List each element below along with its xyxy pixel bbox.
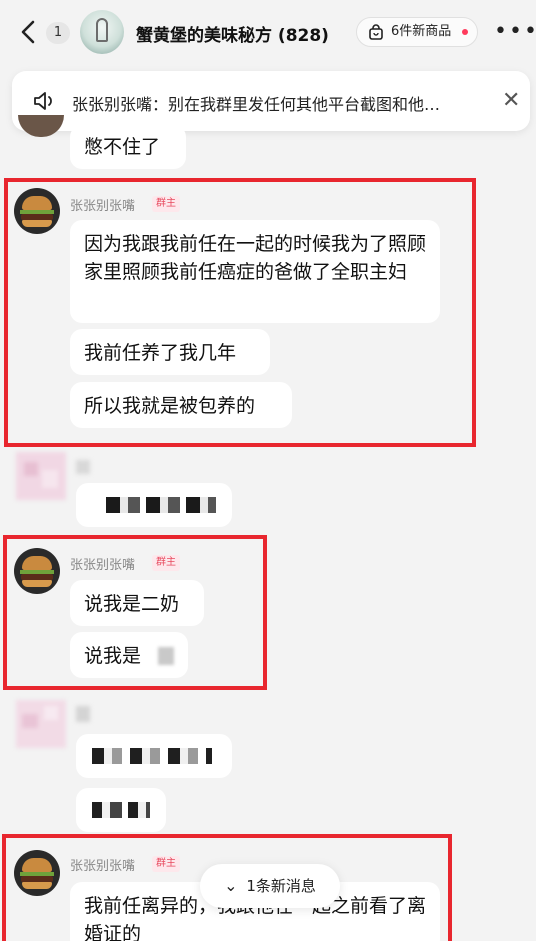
pixelated-text	[92, 802, 150, 818]
pixelated-name	[76, 460, 90, 474]
chevron-down-icon: ⌄	[224, 876, 238, 895]
highlight-box	[4, 178, 476, 447]
pixelated-name	[76, 706, 90, 722]
new-messages-button[interactable]: ⌄ 1条新消息	[200, 864, 340, 908]
unread-count-badge[interactable]: 1	[46, 22, 70, 44]
new-products-label: 6件新商品	[391, 24, 452, 39]
avatar[interactable]	[18, 115, 64, 137]
message-text: 憋不住了	[84, 136, 161, 158]
pixelated-avatar	[16, 700, 66, 748]
close-announcement-button[interactable]: ✕	[502, 90, 520, 112]
more-options-button[interactable]: •••	[494, 21, 536, 43]
red-dot-indicator	[462, 29, 468, 35]
message-bubble[interactable]: 憋不住了	[70, 125, 186, 169]
new-products-button[interactable]: 6件新商品	[356, 17, 478, 47]
pixelated-avatar	[16, 452, 66, 500]
speaker-icon	[34, 92, 52, 110]
pixelated-text	[92, 748, 212, 764]
back-button[interactable]	[14, 16, 44, 48]
pixelated-message-bubble[interactable]	[76, 734, 232, 778]
new-messages-label: 1条新消息	[246, 877, 316, 895]
pixelated-text	[106, 497, 216, 513]
chat-header: 1 蟹黄堡的美味秘方 (828) 6件新商品 •••	[0, 0, 536, 64]
group-title[interactable]: 蟹黄堡的美味秘方 (828)	[136, 21, 329, 46]
group-avatar[interactable]	[80, 10, 124, 54]
group-avatar-figure	[96, 18, 108, 42]
announcement-text: 张张别张嘴：别在我群里发任何其他平台截图和他…	[72, 95, 441, 114]
chevron-left-icon	[21, 20, 35, 44]
highlight-box	[3, 535, 267, 690]
pixelated-message-bubble[interactable]	[76, 788, 166, 832]
pixelated-message-bubble[interactable]	[76, 483, 232, 527]
shopping-bag-icon	[369, 24, 383, 40]
group-announcement-banner[interactable]: 张张别张嘴：别在我群里发任何其他平台截图和他… ✕	[12, 71, 530, 131]
